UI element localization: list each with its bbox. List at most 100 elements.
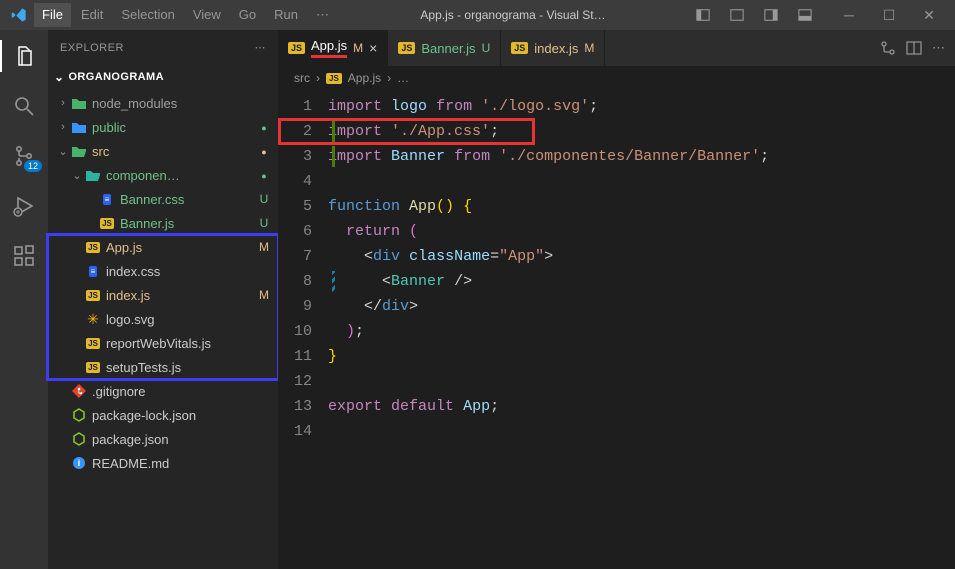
breadcrumb-item[interactable]: App.js <box>348 71 381 85</box>
extensions-tab[interactable] <box>0 236 48 276</box>
layout-panel-right-icon[interactable] <box>757 0 785 30</box>
tree-folder[interactable]: ⌄ src <box>48 139 278 163</box>
close-icon[interactable]: × <box>369 40 377 56</box>
chevron-right-icon[interactable]: › <box>56 97 70 109</box>
run-debug-tab[interactable] <box>0 186 48 226</box>
line-number: 7 <box>278 244 328 269</box>
tree-file[interactable]: JSreportWebVitals.js <box>48 331 278 355</box>
code-line[interactable]: 7 <div className="App"> <box>278 244 955 269</box>
tree-file[interactable]: ≡Banner.cssU <box>48 187 278 211</box>
sidebar-more-icon[interactable]: ⋯ <box>255 41 267 54</box>
menu-item-view[interactable]: View <box>185 3 229 27</box>
git-status-badge: U <box>256 216 272 230</box>
breadcrumb-item[interactable]: … <box>397 71 409 85</box>
js-file-icon: JS <box>84 238 102 256</box>
code-line[interactable]: 6 return ( <box>278 219 955 244</box>
tab-index-js[interactable]: JSindex.jsM <box>501 30 605 66</box>
menu-item-go[interactable]: Go <box>231 3 264 27</box>
code-editor[interactable]: 1import logo from './logo.svg';2import '… <box>278 90 955 569</box>
line-content: import logo from './logo.svg'; <box>328 94 955 119</box>
tab-app-js[interactable]: JSApp.jsM× <box>278 30 388 66</box>
tree-item-label: setupTests.js <box>106 360 256 375</box>
git-status-badge: M <box>256 288 272 302</box>
breadcrumbs[interactable]: src › JS App.js › … <box>278 66 955 90</box>
code-line[interactable]: 9 </div> <box>278 294 955 319</box>
tab-banner-js[interactable]: JSBanner.jsU <box>388 30 501 66</box>
menu-item-edit[interactable]: Edit <box>73 3 111 27</box>
code-line[interactable]: 11} <box>278 344 955 369</box>
line-number: 10 <box>278 319 328 344</box>
maximize-button[interactable]: ☐ <box>869 0 909 30</box>
source-control-tab[interactable]: 12 <box>0 136 48 176</box>
more-actions-icon[interactable]: ⋯ <box>932 40 945 56</box>
line-content <box>328 369 955 394</box>
chevron-down-icon[interactable]: ⌄ <box>70 169 84 182</box>
tree-item-label: Banner.js <box>120 216 256 231</box>
breadcrumb-item[interactable]: src <box>294 71 310 85</box>
git-status-badge: U <box>482 41 491 55</box>
chevron-down-icon[interactable]: ⌄ <box>56 145 70 158</box>
line-content: import './App.css'; <box>328 119 955 144</box>
git-gutter-added <box>332 121 335 142</box>
tree-file[interactable]: package.json <box>48 427 278 451</box>
code-line[interactable]: 14 <box>278 419 955 444</box>
split-editor-icon[interactable] <box>906 40 922 56</box>
tree-folder[interactable]: › node_modules <box>48 91 278 115</box>
code-line[interactable]: 3import Banner from './componentes/Banne… <box>278 144 955 169</box>
file-tree: ›node_modules›public⌄src⌄componen…≡Banne… <box>48 89 278 477</box>
tree-file[interactable]: package-lock.json <box>48 403 278 427</box>
tree-item-label: index.css <box>106 264 256 279</box>
line-content: <Banner /> <box>328 269 955 294</box>
menu-item-file[interactable]: File <box>34 3 71 27</box>
code-line[interactable]: 13export default App; <box>278 394 955 419</box>
line-number: 9 <box>278 294 328 319</box>
css-file-icon: ≡ <box>84 262 102 280</box>
menu-item-selection[interactable]: Selection <box>113 3 182 27</box>
menu-item-run[interactable]: Run <box>266 3 306 27</box>
tab-label: App.js <box>311 38 347 58</box>
tree-item-label: src <box>92 144 256 159</box>
info-file-icon: i <box>70 454 88 472</box>
activity-bar: 12 <box>0 30 48 569</box>
code-line[interactable]: 4 <box>278 169 955 194</box>
tree-file[interactable]: ✳logo.svg <box>48 307 278 331</box>
node-file-icon <box>70 406 88 424</box>
folder-open-icon <box>84 166 102 184</box>
tree-file[interactable]: JSsetupTests.js <box>48 355 278 379</box>
code-line[interactable]: 2import './App.css'; <box>278 119 955 144</box>
scm-badge: 12 <box>24 160 42 172</box>
tree-file[interactable]: JSBanner.jsU <box>48 211 278 235</box>
tree-item-label: componen… <box>106 168 256 183</box>
layout-panel-bottom-icon[interactable] <box>723 0 751 30</box>
close-button[interactable]: ✕ <box>909 0 949 30</box>
title-bar: FileEditSelectionViewGoRun⋯ App.js - org… <box>0 0 955 30</box>
node-file-icon <box>70 430 88 448</box>
tree-item-label: node_modules <box>92 96 256 111</box>
explorer-tab[interactable] <box>0 36 48 76</box>
tree-folder[interactable]: ⌄ componen… <box>48 163 278 187</box>
menu-item-⋯[interactable]: ⋯ <box>308 3 337 27</box>
search-tab[interactable] <box>0 86 48 126</box>
code-line[interactable]: 5function App() { <box>278 194 955 219</box>
code-line[interactable]: 8 <Banner /> <box>278 269 955 294</box>
tree-file[interactable]: ≡ index.css <box>48 259 278 283</box>
tree-folder[interactable]: ›public <box>48 115 278 139</box>
line-content: function App() { <box>328 194 955 219</box>
code-line[interactable]: 12 <box>278 369 955 394</box>
layout-customize-icon[interactable] <box>791 0 819 30</box>
tree-file[interactable]: JSindex.jsM <box>48 283 278 307</box>
line-content: <div className="App"> <box>328 244 955 269</box>
sidebar-section-header[interactable]: ⌄ ORGANOGRAMA <box>48 65 278 89</box>
code-line[interactable]: 10 ); <box>278 319 955 344</box>
minimize-button[interactable]: ─ <box>829 0 869 30</box>
chevron-right-icon[interactable]: › <box>56 121 70 133</box>
line-content: </div> <box>328 294 955 319</box>
tree-file[interactable]: .gitignore <box>48 379 278 403</box>
layout-panel-left-icon[interactable] <box>689 0 717 30</box>
tree-file[interactable]: JSApp.jsM <box>48 235 278 259</box>
window-title: App.js - organograma - Visual St… <box>337 8 689 22</box>
tree-file[interactable]: iREADME.md <box>48 451 278 475</box>
git-status-badge <box>256 120 272 134</box>
compare-changes-icon[interactable] <box>880 40 896 56</box>
code-line[interactable]: 1import logo from './logo.svg'; <box>278 94 955 119</box>
